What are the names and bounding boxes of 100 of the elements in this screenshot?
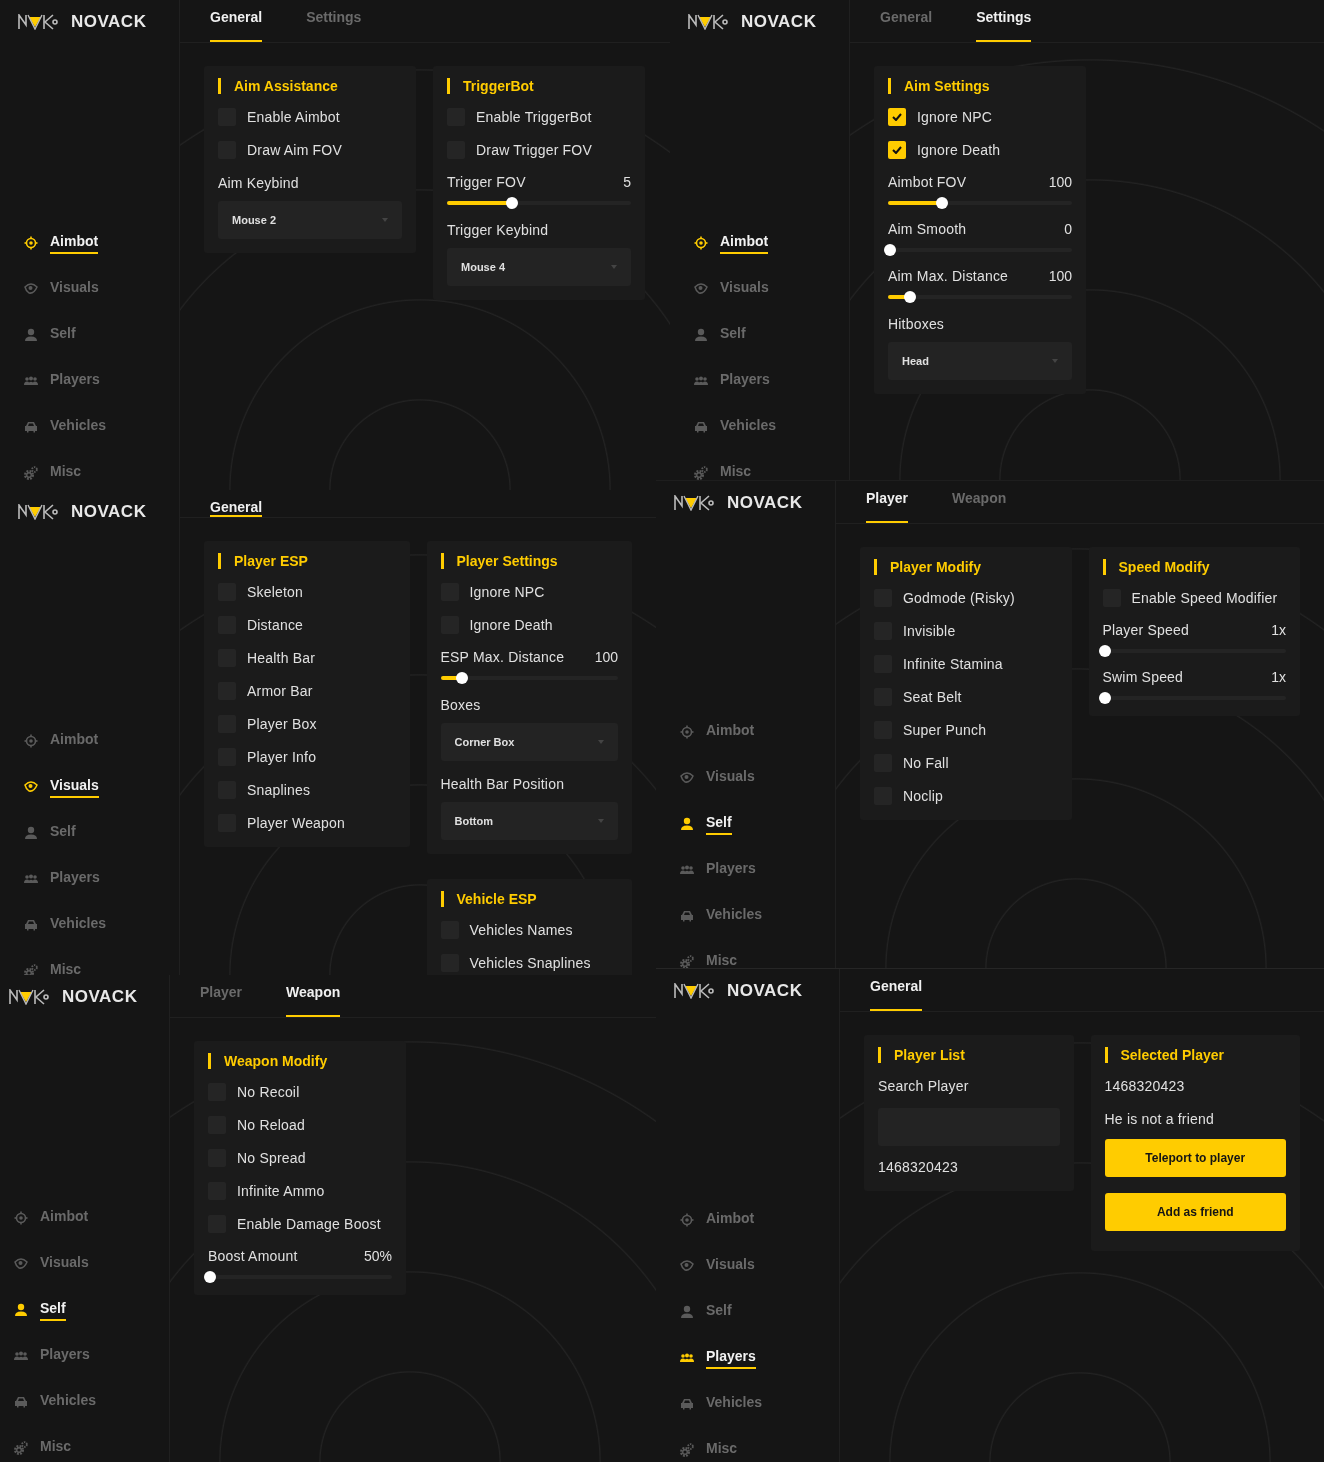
slider[interactable] — [1102, 692, 1286, 704]
sidebar-item[interactable]: Misc — [656, 1427, 839, 1462]
checkbox-label: Infinite Ammo — [237, 1182, 325, 1199]
checkbox-label: Player Box — [247, 715, 317, 732]
caret-icon — [611, 265, 617, 269]
sidebar-item[interactable]: Aimbot — [0, 1195, 169, 1241]
sidebar-item[interactable]: Players — [0, 358, 179, 404]
card-title: TriggerBot — [447, 78, 631, 94]
slider[interactable] — [888, 197, 1072, 209]
sidebar-item[interactable]: Misc — [656, 939, 835, 969]
sidebar-label: Self — [720, 324, 746, 343]
sidebar-item[interactable]: Vehicles — [0, 1379, 169, 1425]
slider-label: ESP Max. Distance — [440, 649, 565, 665]
dropdown[interactable]: Mouse 2 — [218, 201, 402, 239]
group-icon — [24, 872, 38, 886]
sidebar-item[interactable]: Misc — [0, 948, 179, 975]
slider-thumb[interactable] — [1098, 645, 1111, 657]
sidebar-item[interactable]: Vehicles — [656, 893, 835, 939]
sidebar-item[interactable]: Visuals — [656, 1243, 839, 1289]
checkbox-label: Enable Damage Boost — [237, 1215, 381, 1232]
sidebar-item[interactable]: Players — [656, 1335, 839, 1381]
tab[interactable]: General — [210, 0, 263, 42]
slider[interactable] — [888, 291, 1072, 303]
check-icon — [892, 145, 902, 154]
sidebar-label: Self — [50, 324, 76, 343]
group-icon — [694, 374, 708, 388]
crosshair-icon — [680, 725, 694, 739]
slider-thumb[interactable] — [505, 197, 518, 209]
checkbox[interactable] — [888, 140, 906, 159]
sidebar-item[interactable]: Visuals — [0, 764, 179, 810]
dropdown[interactable]: Mouse 4 — [447, 248, 631, 286]
tab[interactable]: Weapon — [952, 481, 1007, 523]
tab[interactable]: General — [870, 969, 923, 1011]
sidebar-item[interactable]: Players — [0, 1333, 169, 1379]
slider[interactable] — [1102, 645, 1286, 657]
sidebar-item[interactable]: Self — [656, 801, 835, 847]
slider-thumb[interactable] — [904, 291, 917, 303]
crosshair-icon — [680, 1213, 694, 1227]
sidebar-item[interactable]: Self — [656, 1289, 839, 1335]
sidebar-item[interactable]: Visuals — [670, 266, 849, 312]
sidebar-item[interactable]: Self — [0, 1287, 169, 1333]
action-button[interactable]: Add as friend — [1104, 1193, 1286, 1231]
person-icon — [680, 817, 694, 831]
sidebar-label: Players — [50, 868, 100, 887]
brand-name: NOVACK — [727, 493, 803, 513]
sidebar-item[interactable]: Aimbot — [0, 718, 179, 764]
sidebar-label: Visuals — [706, 767, 755, 786]
sidebar-item[interactable]: Aimbot — [0, 220, 179, 266]
gears-icon — [24, 466, 38, 480]
sidebar-item[interactable]: Misc — [0, 1425, 169, 1462]
sidebar-item[interactable]: Self — [670, 312, 849, 358]
sidebar-item[interactable]: Players — [670, 358, 849, 404]
checkbox-label: Draw Aim FOV — [247, 141, 342, 158]
sidebar-item[interactable]: Players — [656, 847, 835, 893]
tab[interactable]: General — [880, 0, 933, 42]
tab[interactable]: Player — [200, 975, 243, 1017]
car-icon — [14, 1395, 28, 1409]
sidebar-item[interactable]: Vehicles — [0, 902, 179, 948]
sidebar-item[interactable]: Vehicles — [670, 404, 849, 450]
sidebar-item[interactable]: Players — [0, 856, 179, 902]
sidebar-item[interactable]: Misc — [670, 450, 849, 480]
eye-icon — [680, 1259, 694, 1273]
slider-thumb[interactable] — [935, 197, 948, 209]
sidebar-item[interactable]: Self — [0, 810, 179, 856]
sidebar-item[interactable]: Aimbot — [670, 220, 849, 266]
brand-name: NOVACK — [62, 987, 138, 1007]
car-icon — [24, 420, 38, 434]
checkbox-label: Vehicles Snaplines — [469, 954, 591, 971]
sidebar-item[interactable]: Visuals — [0, 1241, 169, 1287]
slider[interactable] — [447, 197, 631, 209]
sidebar-item[interactable]: Visuals — [0, 266, 179, 312]
brand-name: NOVACK — [71, 12, 147, 32]
slider-thumb[interactable] — [1098, 692, 1111, 704]
action-button[interactable]: Teleport to player — [1104, 1139, 1286, 1177]
sidebar-item[interactable]: Misc — [0, 450, 179, 490]
dropdown[interactable]: Corner Box — [440, 723, 618, 761]
sidebar-item[interactable]: Vehicles — [656, 1381, 839, 1427]
dropdown-value: Corner Box — [454, 736, 515, 748]
dropdown[interactable]: Head — [888, 342, 1072, 380]
slider-thumb[interactable] — [204, 1271, 216, 1283]
dropdown[interactable]: Bottom — [440, 802, 618, 840]
tab[interactable]: Player — [866, 481, 909, 523]
checkbox[interactable] — [888, 107, 906, 126]
sidebar-item[interactable]: Vehicles — [0, 404, 179, 450]
eye-icon — [24, 780, 38, 794]
slider[interactable] — [440, 672, 618, 684]
player-list-item[interactable]: 1468320423 — [878, 1150, 1060, 1183]
sidebar-item[interactable]: Visuals — [656, 755, 835, 801]
slider-thumb[interactable] — [884, 244, 896, 256]
tab[interactable]: General — [210, 490, 263, 517]
sidebar-label: Visuals — [706, 1255, 755, 1274]
person-icon — [24, 328, 38, 342]
tab[interactable]: Settings — [306, 0, 362, 42]
sidebar-item[interactable]: Aimbot — [656, 709, 835, 755]
slider-thumb[interactable] — [456, 672, 468, 684]
sidebar-item[interactable]: Aimbot — [656, 1197, 839, 1243]
tab[interactable]: Settings — [976, 0, 1032, 42]
checkbox-label: No Spread — [237, 1149, 306, 1166]
tab[interactable]: Weapon — [286, 975, 341, 1017]
sidebar-item[interactable]: Self — [0, 312, 179, 358]
